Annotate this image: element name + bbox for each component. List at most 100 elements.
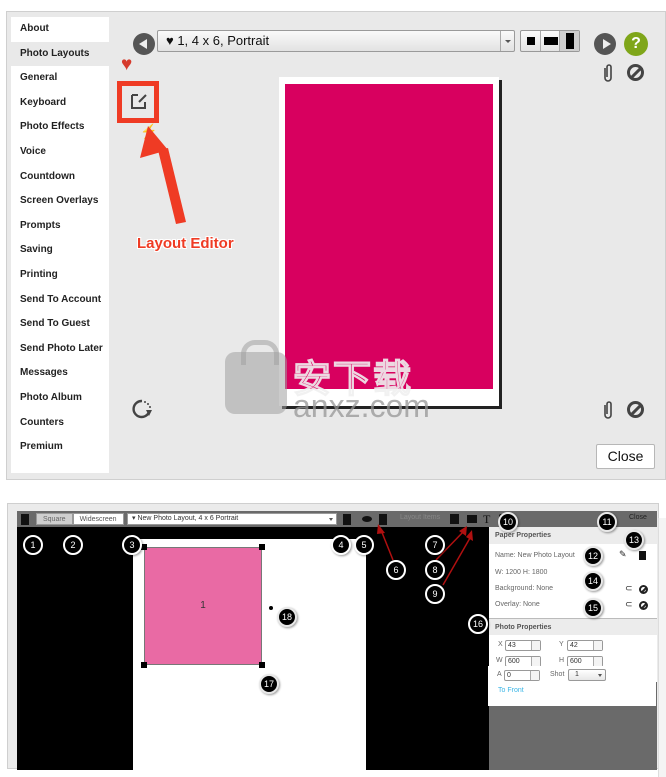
resize-handle[interactable]	[259, 544, 265, 550]
to-front-link[interactable]: To Front	[498, 687, 524, 694]
no-entry-icon[interactable]	[627, 401, 644, 418]
no-entry-icon[interactable]	[639, 585, 648, 594]
properties-panel: Paper Properties Name: New Photo Layout …	[489, 527, 657, 770]
layout-select[interactable]: ♥ 1, 4 x 6, Portrait	[157, 30, 515, 52]
paperclip-icon[interactable]	[602, 63, 614, 83]
new-layout-icon[interactable]	[21, 514, 29, 525]
pencil-icon[interactable]: ✎	[619, 549, 627, 560]
chevron-down-icon	[329, 518, 333, 521]
aspect-widescreen-button[interactable]	[541, 31, 561, 51]
shot-select[interactable]: 1	[568, 669, 606, 681]
callout-badge-9: 9	[425, 584, 445, 604]
widescreen-button[interactable]: Widescreen	[72, 513, 124, 525]
close-button[interactable]: Close	[596, 444, 655, 469]
sidebar-item-photo-album[interactable]: Photo Album	[11, 386, 109, 410]
photo-properties-header: Photo Properties	[489, 618, 657, 635]
y-input[interactable]: 42	[567, 640, 603, 651]
layout-items-label: Layout Items	[400, 514, 441, 521]
sidebar-item-messages[interactable]: Messages	[11, 361, 109, 385]
a-label: A	[497, 671, 502, 678]
sidebar-item-keyboard[interactable]: Keyboard	[11, 91, 109, 115]
photo-properties-extra: A 0 Shot 1 To Front	[488, 666, 656, 706]
callout-badge-6: 6	[386, 560, 406, 580]
add-photo-icon[interactable]	[450, 514, 459, 524]
help-button[interactable]: ?	[624, 32, 648, 56]
aspect-portrait-button[interactable]	[560, 31, 580, 51]
preview-eye-icon[interactable]	[362, 516, 372, 522]
sidebar-item-general[interactable]: General	[11, 66, 109, 90]
sidebar-item-send-to-guest[interactable]: Send To Guest	[11, 312, 109, 336]
aspect-toggle: Square Widescreen	[36, 513, 124, 525]
sidebar-item-prompts[interactable]: Prompts	[11, 214, 109, 238]
sidebar-item-about[interactable]: About	[11, 17, 109, 41]
layout-select-value: ▾ New Photo Layout, 4 x 6 Portrait	[132, 515, 239, 522]
widescreen-icon	[543, 37, 558, 45]
callout-badge-17: 17	[259, 674, 279, 694]
y-label: Y	[559, 641, 564, 648]
paper-name: Name: New Photo Layout	[495, 552, 575, 559]
editor-close-button[interactable]: Close	[629, 514, 647, 521]
editor-toolbar: Square Widescreen ▾ New Photo Layout, 4 …	[17, 511, 657, 527]
layout-editor-annotation: Layout Editor	[137, 235, 234, 252]
paper-size: W: 1200 H: 1800	[495, 569, 548, 576]
previous-layout-button[interactable]	[133, 33, 155, 55]
callout-badge-10: 10	[498, 512, 518, 532]
x-label: X	[498, 641, 503, 648]
resize-handle[interactable]	[259, 662, 265, 668]
no-entry-icon[interactable]	[639, 601, 648, 610]
callout-badge-16: 16	[468, 614, 488, 634]
layout-select[interactable]: ▾ New Photo Layout, 4 x 6 Portrait	[127, 513, 337, 525]
sidebar-item-voice[interactable]: Voice	[11, 140, 109, 164]
paperclip-icon[interactable]: ⊂	[625, 583, 633, 594]
callout-badge-3: 3	[122, 535, 142, 555]
square-button[interactable]: Square	[36, 513, 73, 525]
sidebar-item-countdown[interactable]: Countdown	[11, 165, 109, 189]
photo-item[interactable]: 1	[144, 547, 262, 665]
chevron-down-icon	[500, 31, 514, 51]
rotate-handle[interactable]	[269, 606, 273, 610]
portrait-icon	[566, 33, 575, 49]
trash-icon[interactable]	[639, 551, 646, 560]
sidebar-item-premium[interactable]: Premium	[11, 435, 109, 459]
callout-badge-1: 1	[23, 535, 43, 555]
settings-sidebar: About Photo Layouts General Keyboard Photo E…	[11, 17, 109, 473]
paperclip-icon[interactable]: ⊂	[625, 599, 633, 610]
sidebar-item-counters[interactable]: Counters	[11, 411, 109, 435]
edit-icon	[131, 94, 147, 109]
export-icon[interactable]	[379, 514, 387, 525]
angle-input[interactable]: 0	[504, 670, 540, 681]
scrollbar[interactable]	[658, 518, 666, 777]
callout-badge-14: 14	[583, 571, 603, 591]
add-text-icon[interactable]: T	[483, 512, 490, 527]
paperclip-icon[interactable]	[602, 400, 614, 420]
help-icon: ?	[631, 35, 641, 52]
sidebar-item-photo-layouts[interactable]: Photo Layouts	[11, 41, 109, 66]
lightning-icon[interactable]: ⚡	[140, 123, 157, 140]
resize-handle[interactable]	[141, 662, 147, 668]
sidebar-item-saving[interactable]: Saving	[11, 238, 109, 262]
next-layout-button[interactable]	[594, 33, 616, 55]
callout-badge-13: 13	[624, 530, 644, 550]
sidebar-item-printing[interactable]: Printing	[11, 263, 109, 287]
shot-label: Shot	[550, 671, 565, 678]
sidebar-item-screen-overlays[interactable]: Screen Overlays	[11, 189, 109, 213]
add-image-icon[interactable]	[467, 515, 477, 523]
refresh-icon[interactable]	[131, 398, 153, 420]
w-label: W	[496, 657, 503, 664]
aspect-ratio-toggle	[520, 30, 580, 52]
aspect-square-button[interactable]	[521, 31, 541, 51]
x-input[interactable]: 43	[505, 640, 541, 651]
sidebar-item-send-to-account[interactable]: Send To Account	[11, 288, 109, 312]
sidebar-item-photo-effects[interactable]: Photo Effects	[11, 115, 109, 139]
layout-editor-button[interactable]	[117, 81, 159, 123]
heart-icon[interactable]: ♥	[121, 55, 132, 74]
callout-badge-18: 18	[277, 607, 297, 627]
callout-badge-12: 12	[583, 546, 603, 566]
sidebar-item-send-photo-later[interactable]: Send Photo Later	[11, 337, 109, 361]
no-entry-icon[interactable]	[627, 64, 644, 81]
callout-badge-15: 15	[583, 598, 603, 618]
duplicate-icon[interactable]	[343, 514, 351, 525]
paper-background: Background: None	[495, 585, 553, 592]
square-icon	[527, 37, 535, 45]
photo-slot[interactable]	[285, 84, 493, 389]
